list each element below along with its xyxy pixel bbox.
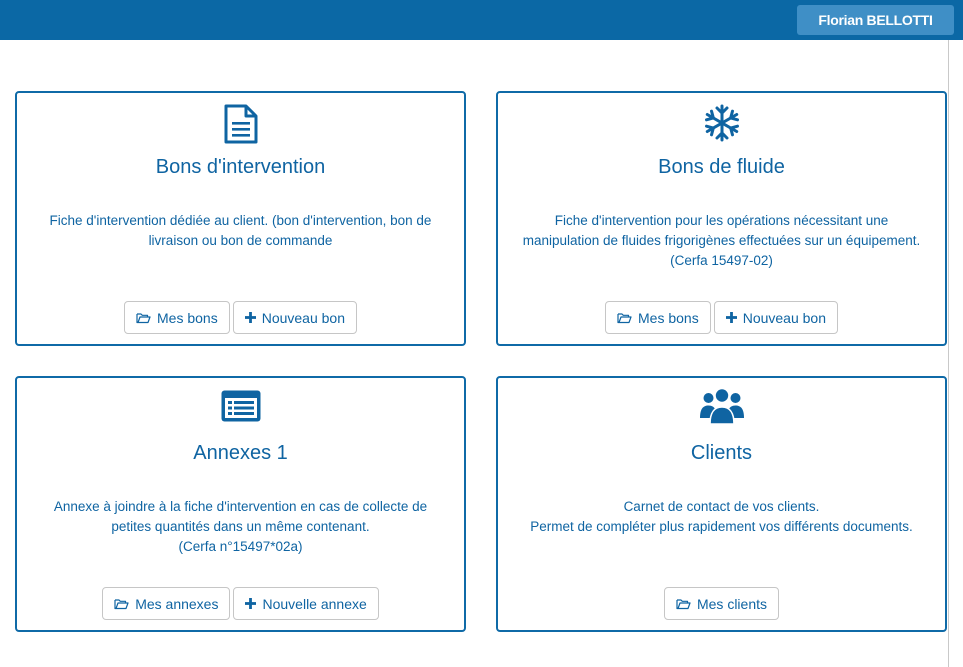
nouvelle-annexe-button[interactable]: Nouvelle annexe [233,587,379,620]
card-description: Fiche d'intervention dédiée au client. (… [31,211,450,251]
plus-icon [725,312,737,323]
button-label: Nouveau bon [261,309,345,326]
nouveau-bon-button[interactable]: Nouveau bon [232,301,357,334]
button-label: Mes bons [638,309,699,326]
card-actions: Mes annexes Nouvelle annexe [17,587,464,620]
plus-icon [245,598,257,609]
card-actions: Mes clients [498,587,945,620]
mes-annexes-button[interactable]: Mes annexes [102,587,231,620]
description-line: Permet de compléter plus rapidement vos … [530,519,913,534]
description-line: Carnet de contact de vos clients. [623,499,820,514]
mes-bons-fluide-button[interactable]: Mes bons [605,301,711,334]
plus-icon [244,312,256,323]
description-line: (Cerfa 15497-02) [670,253,773,268]
folder-open-icon [617,312,632,324]
user-menu-button[interactable]: Florian BELLOTTI [797,5,954,35]
button-label: Nouvelle annexe [262,595,367,612]
snowflake-icon [702,103,742,148]
card-bons-intervention: Bons d'intervention Fiche d'intervention… [15,91,466,346]
card-description: Fiche d'intervention pour les opérations… [512,211,931,271]
document-icon [223,104,259,149]
card-title: Clients [690,442,753,464]
card-title: Bons d'intervention [155,156,326,178]
card-bons-fluide: Bons de fluide Fiche d'intervention pour… [496,91,947,346]
description-line: (Cerfa n°15497*02a) [178,539,303,554]
card-clients: Clients Carnet de contact de vos clients… [496,376,947,632]
card-actions: Mes bons Nouveau bon [17,301,464,334]
button-label: Mes annexes [135,595,219,612]
folder-open-icon [676,598,691,610]
button-label: Nouveau bon [742,309,826,326]
list-alt-icon [220,389,262,428]
nouveau-bon-fluide-button[interactable]: Nouveau bon [713,301,838,334]
folder-open-icon [114,598,129,610]
card-description: Annexe à joindre à la fiche d'interventi… [31,497,450,557]
mes-clients-button[interactable]: Mes clients [663,587,780,620]
description-line: livraison ou bon de commande [148,233,333,248]
content-right-border [948,40,949,667]
card-title: Annexes 1 [193,442,288,464]
description-line: manipulation de fluides frigorigènes eff… [522,233,921,248]
card-annexes: Annexes 1 Annexe à joindre à la fiche d'… [15,376,466,632]
users-icon [699,386,745,431]
card-title: Bons de fluide [658,156,785,178]
button-label: Mes clients [696,595,768,612]
description-line: Annexe à joindre à la fiche d'interventi… [53,499,428,514]
button-label: Mes bons [157,309,218,326]
description-line: Fiche d'intervention dédiée au client. (… [49,213,432,228]
card-description: Carnet de contact de vos clients. Permet… [512,497,931,537]
mes-bons-button[interactable]: Mes bons [124,301,230,334]
description-line: petites quantités dans un même contenant… [111,519,370,534]
description-line: Fiche d'intervention pour les opérations… [554,213,889,228]
card-actions: Mes bons Nouveau bon [498,301,945,334]
folder-open-icon [136,312,151,324]
